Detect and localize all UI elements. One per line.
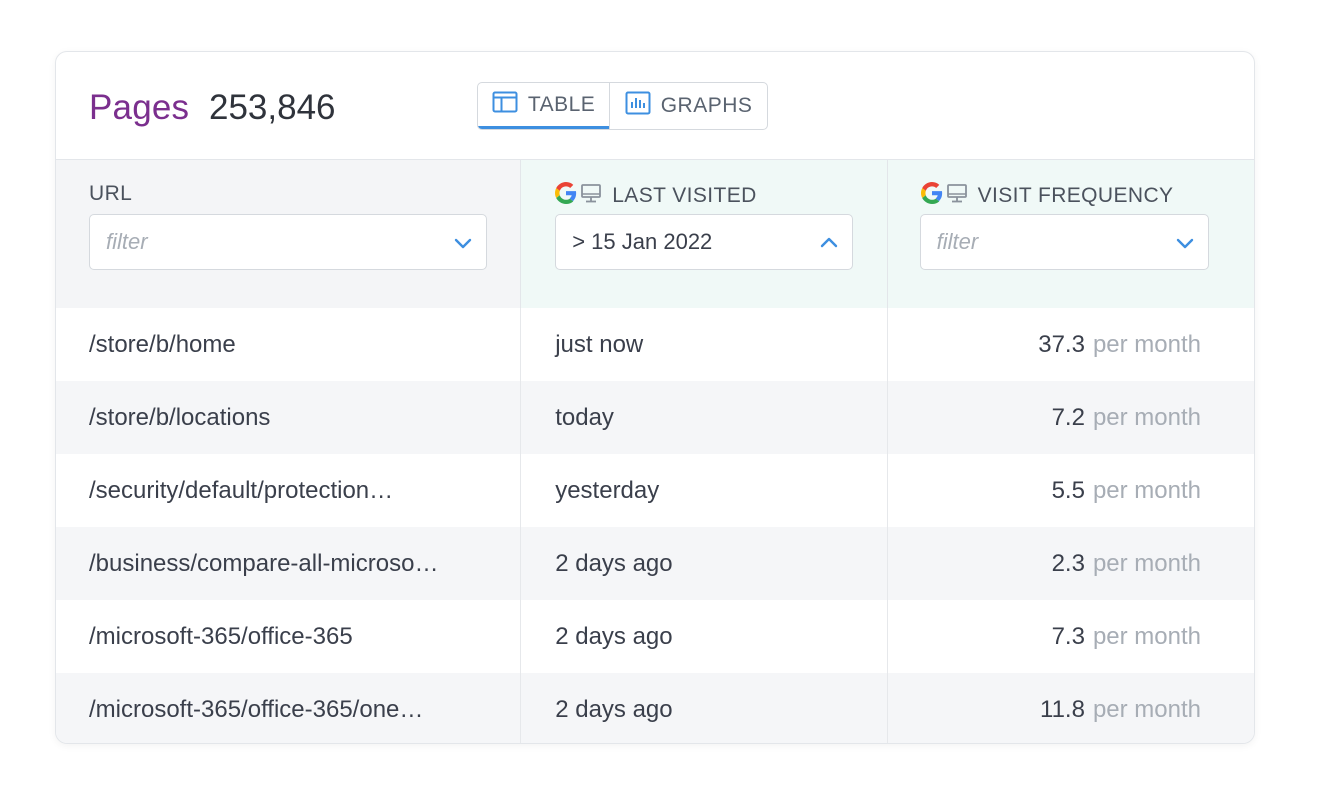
chevron-down-icon [454,229,472,255]
last-visited-cell: today [520,381,886,454]
frequency-unit: per month [1093,550,1201,578]
bar-chart-icon [625,91,651,121]
visit-frequency-cell: 2.3per month [887,527,1254,600]
frequency-unit: per month [1093,331,1201,359]
url-filter-placeholder: filter [106,229,148,255]
frequency-unit: per month [1093,477,1201,505]
view-toggle: TABLE GRAPHS [477,82,768,130]
url-cell[interactable]: /store/b/locations [56,381,520,454]
last-visited-cell: 2 days ago [520,600,886,673]
last-visited-column-label: LAST VISITED [555,182,756,210]
page-count: 253,846 [209,88,336,128]
url-column-label: URL [89,182,132,206]
graphs-view-button[interactable]: GRAPHS [609,83,767,129]
card-header: Pages 253,846 TABLE [56,52,1254,160]
visit-frequency-column-label: VISIT FREQUENCY [921,182,1174,210]
visit-frequency-filter-dropdown[interactable]: filter [920,214,1209,270]
table-row[interactable]: /microsoft-365/office-365/one… 2 days ag… [56,673,1254,744]
last-visited-column-header: LAST VISITED > 15 Jan 2022 [520,160,886,308]
visit-frequency-cell: 11.8per month [887,673,1254,744]
url-cell[interactable]: /store/b/home [56,308,520,381]
table-row[interactable]: /store/b/home just now 37.3per month [56,308,1254,381]
last-visited-filter-dropdown[interactable]: > 15 Jan 2022 [555,214,853,270]
graphs-view-label: GRAPHS [661,94,753,118]
url-cell[interactable]: /microsoft-365/office-365/one… [56,673,520,744]
table-row[interactable]: /security/default/protection… yesterday … [56,454,1254,527]
table-header: URL filter [56,160,1254,308]
url-cell[interactable]: /microsoft-365/office-365 [56,600,520,673]
url-filter-dropdown[interactable]: filter [89,214,487,270]
table-row[interactable]: /microsoft-365/office-365 2 days ago 7.3… [56,600,1254,673]
table-icon [492,91,518,119]
pages-card: Pages 253,846 TABLE [55,51,1255,744]
chevron-down-icon [1176,229,1194,255]
visit-frequency-cell: 37.3per month [887,308,1254,381]
table-view-label: TABLE [528,93,595,117]
last-visited-cell: 2 days ago [520,673,886,744]
table-row[interactable]: /store/b/locations today 7.2per month [56,381,1254,454]
url-column-header: URL filter [56,160,520,308]
table-body: /store/b/home just now 37.3per month /st… [56,308,1254,744]
visit-frequency-cell: 5.5per month [887,454,1254,527]
last-visited-filter-value: > 15 Jan 2022 [572,229,712,255]
frequency-unit: per month [1093,623,1201,651]
frequency-unit: per month [1093,696,1201,724]
url-cell[interactable]: /business/compare-all-microso… [56,527,520,600]
frequency-unit: per month [1093,404,1201,432]
url-cell[interactable]: /security/default/protection… [56,454,520,527]
visit-frequency-cell: 7.2per month [887,381,1254,454]
table-row[interactable]: /business/compare-all-microso… 2 days ag… [56,527,1254,600]
visit-frequency-filter-placeholder: filter [937,229,979,255]
last-visited-cell: 2 days ago [520,527,886,600]
last-visited-cell: yesterday [520,454,886,527]
google-icon [555,182,577,210]
page-title: Pages [89,88,189,128]
desktop-icon [946,182,968,210]
visit-frequency-cell: 7.3per month [887,600,1254,673]
last-visited-cell: just now [520,308,886,381]
chevron-up-icon [820,229,838,255]
google-icon [921,182,943,210]
visit-frequency-column-header: VISIT FREQUENCY filter [887,160,1254,308]
table-view-button[interactable]: TABLE [478,83,609,129]
desktop-icon [580,182,602,210]
